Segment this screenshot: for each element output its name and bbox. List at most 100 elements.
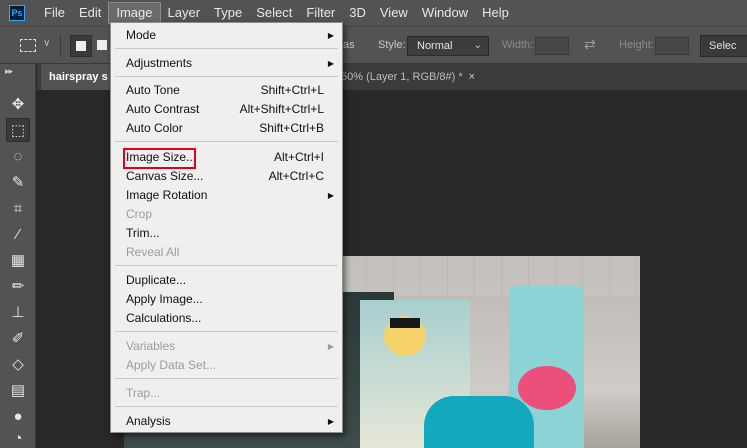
document-tab-other-title: 50% (Layer 1, RGB/8#) * (341, 71, 463, 83)
submenu-arrow-icon: ▶ (327, 342, 334, 351)
menu-item-auto-color-shortcut: Shift+Ctrl+B (259, 121, 324, 135)
menu-divider (115, 265, 338, 266)
brush-tool-icon[interactable]: ✏ (6, 274, 30, 298)
menu-type[interactable]: Type (207, 2, 249, 24)
submenu-arrow-icon: ▶ (327, 417, 334, 426)
preset-chevron-down-icon[interactable]: ∨ (43, 38, 50, 49)
style-chevron-down-icon: ⌄ (473, 40, 482, 51)
crop-tool-icon[interactable]: ⌗ (6, 196, 30, 220)
menu-item-canvas-size[interactable]: Canvas Size... Alt+Ctrl+C (111, 167, 342, 186)
width-field[interactable] (535, 37, 569, 55)
menu-item-adjustments-label: Adjustments (126, 56, 193, 70)
menu-item-reveal-all-label: Reveal All (126, 245, 180, 259)
add-to-selection-button[interactable] (96, 35, 107, 57)
gradient-tool-icon[interactable]: ▤ (6, 378, 30, 402)
quick-selection-tool-icon[interactable]: ✎ (6, 170, 30, 194)
menu-divider (115, 406, 338, 407)
marquee-tool-icon[interactable]: ⬚ (6, 118, 30, 142)
menu-view[interactable]: View (373, 2, 415, 24)
dodge-tool-icon[interactable]: ◔ (6, 426, 30, 448)
menu-item-image-rotation-label: Image Rotation (126, 188, 208, 202)
menu-item-duplicate[interactable]: Duplicate... (111, 271, 342, 290)
menu-item-apply-data-set-label: Apply Data Set... (126, 358, 217, 372)
menu-item-canvas-size-shortcut: Alt+Ctrl+C (268, 169, 324, 183)
menu-item-analysis[interactable]: Analysis ▶ (111, 412, 342, 431)
menu-item-mode-label: Mode (126, 28, 157, 42)
new-selection-button[interactable] (70, 35, 92, 57)
menu-item-apply-image[interactable]: Apply Image... (111, 290, 342, 309)
menu-item-reveal-all: Reveal All (111, 243, 342, 262)
menu-item-crop-label: Crop (126, 207, 153, 221)
lasso-tool-icon[interactable]: ◌ (6, 144, 30, 168)
menu-item-trap-label: Trap... (126, 386, 161, 400)
clone-stamp-tool-icon[interactable]: ⊥ (6, 300, 30, 324)
menu-item-calculations[interactable]: Calculations... (111, 309, 342, 328)
document-tab-title: hairspray s (49, 71, 108, 83)
antialias-label: as (343, 39, 355, 51)
swap-width-height-icon[interactable]: ⇄ (584, 36, 596, 53)
healing-brush-tool-icon[interactable]: ▦ (6, 248, 30, 272)
image-size-highlight-box (123, 148, 196, 169)
menu-divider (115, 48, 338, 49)
menu-3d[interactable]: 3D (342, 2, 373, 24)
photo-counter (424, 396, 534, 448)
menu-item-image-size-shortcut: Alt+Ctrl+I (273, 150, 324, 164)
options-divider (60, 35, 61, 57)
menu-item-auto-tone-shortcut: Shift+Ctrl+L (260, 83, 324, 97)
document-tab-active[interactable]: hairspray s (41, 64, 112, 90)
menu-edit[interactable]: Edit (72, 2, 108, 24)
tools-panel: ▸▸ ✥ ⬚ ◌ ✎ ⌗ ⁄ ▦ ✏ ⊥ ✐ ◇ ▤ ● ◔ (0, 64, 36, 448)
menu-item-auto-tone[interactable]: Auto Tone Shift+Ctrl+L (111, 81, 342, 100)
height-field[interactable] (655, 37, 689, 55)
menu-filter[interactable]: Filter (299, 2, 342, 24)
eyedropper-tool-icon[interactable]: ⁄ (6, 222, 30, 246)
menu-item-image-rotation[interactable]: Image Rotation ▶ (111, 186, 342, 205)
menu-window[interactable]: Window (415, 2, 475, 24)
menu-item-auto-color-label: Auto Color (126, 121, 183, 135)
menu-item-canvas-size-label: Canvas Size... (126, 169, 204, 183)
menu-divider (115, 331, 338, 332)
submenu-arrow-icon: ▶ (327, 59, 334, 68)
menu-help[interactable]: Help (475, 2, 516, 24)
eraser-tool-icon[interactable]: ◇ (6, 352, 30, 376)
document-tab-other[interactable]: 50% (Layer 1, RGB/8#) * × (341, 64, 475, 90)
image-menu-dropdown: Mode ▶ Adjustments ▶ Auto Tone Shift+Ctr… (110, 22, 343, 433)
menu-item-auto-contrast-label: Auto Contrast (126, 102, 200, 116)
menu-layer[interactable]: Layer (161, 2, 208, 24)
menu-item-crop: Crop (111, 205, 342, 224)
submenu-arrow-icon: ▶ (327, 191, 334, 200)
photo-banner-logo (518, 366, 576, 410)
history-brush-tool-icon[interactable]: ✐ (6, 326, 30, 350)
photo-on-air-sign (390, 318, 420, 328)
menu-item-apply-data-set: Apply Data Set... (111, 356, 342, 375)
menu-item-trim-label: Trim... (126, 226, 160, 240)
menu-item-apply-image-label: Apply Image... (126, 292, 203, 306)
menu-item-analysis-label: Analysis (126, 414, 171, 428)
menu-item-calculations-label: Calculations... (126, 311, 202, 325)
menu-image[interactable]: Image (108, 2, 161, 24)
width-label: Width: (502, 39, 534, 51)
menu-file[interactable]: File (37, 2, 72, 24)
rectangular-marquee-preset-icon[interactable] (20, 39, 36, 52)
menu-select[interactable]: Select (249, 2, 299, 24)
menu-item-trim[interactable]: Trim... (111, 224, 342, 243)
menu-item-trap: Trap... (111, 384, 342, 403)
close-tab-icon[interactable]: × (469, 71, 475, 83)
menu-item-auto-color[interactable]: Auto Color Shift+Ctrl+B (111, 119, 342, 138)
menu-item-auto-tone-label: Auto Tone (126, 83, 180, 97)
menu-item-variables: Variables ▶ (111, 337, 342, 356)
style-select[interactable]: Normal ⌄ (407, 36, 489, 56)
submenu-arrow-icon: ▶ (327, 31, 334, 40)
menu-item-variables-label: Variables (126, 339, 176, 353)
menu-item-mode[interactable]: Mode ▶ (111, 26, 342, 45)
menu-item-duplicate-label: Duplicate... (126, 273, 187, 287)
blur-tool-icon[interactable]: ● (6, 404, 30, 428)
panel-collapse-icon[interactable]: ▸▸ (5, 66, 13, 77)
menu-divider (115, 378, 338, 379)
menu-item-adjustments[interactable]: Adjustments ▶ (111, 54, 342, 73)
photoshop-logo-icon[interactable]: Ps (9, 5, 25, 21)
select-and-mask-button[interactable]: Selec (700, 35, 747, 57)
menu-item-auto-contrast[interactable]: Auto Contrast Alt+Shift+Ctrl+L (111, 100, 342, 119)
move-tool-icon[interactable]: ✥ (6, 92, 30, 116)
menu-divider (115, 76, 338, 77)
